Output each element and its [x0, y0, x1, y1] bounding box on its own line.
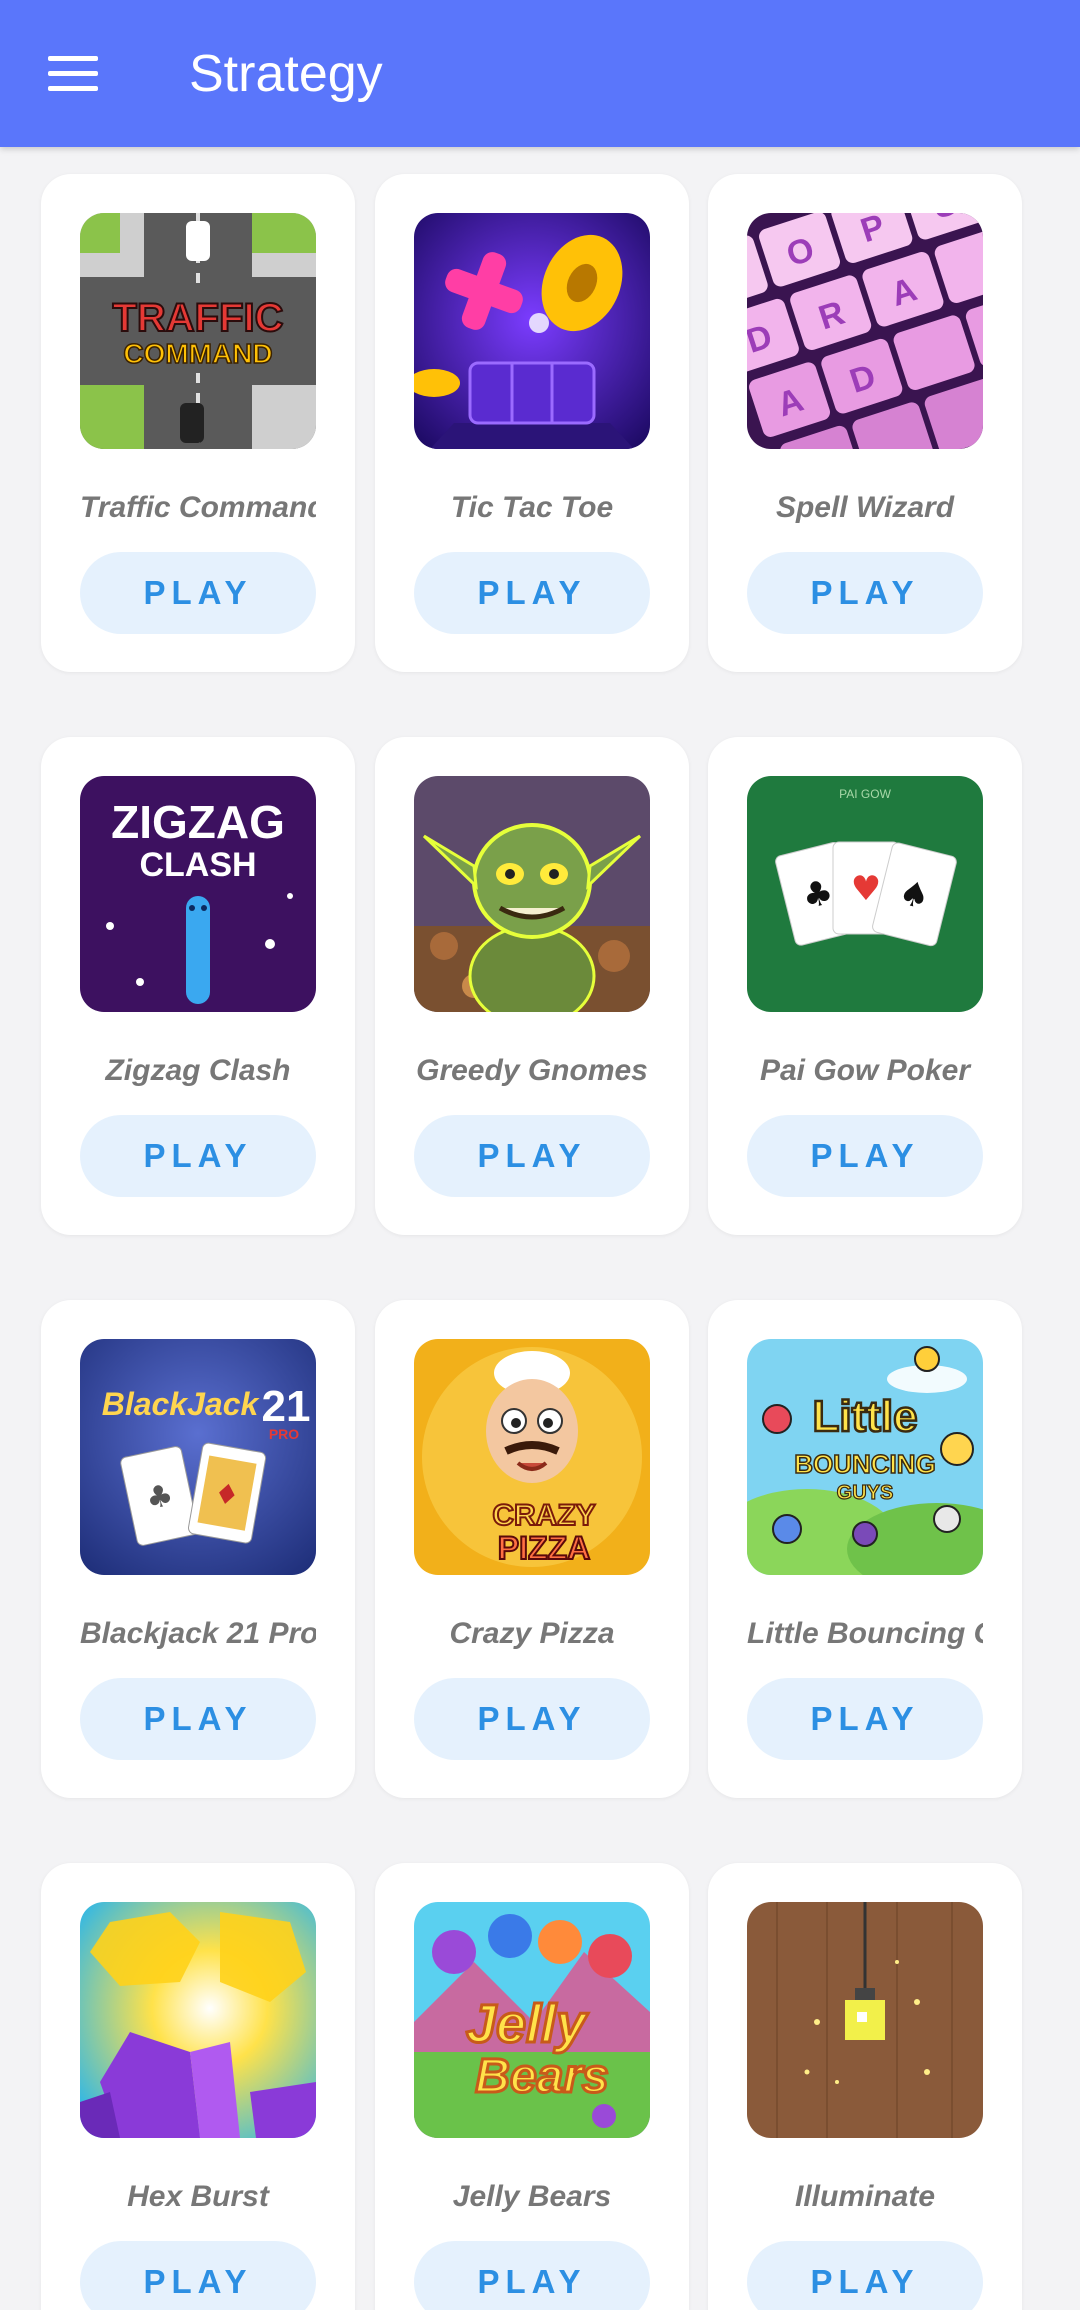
blackjack-thumbnail[interactable]: BlackJack 21 PRO ♣ ♦: [80, 1339, 316, 1575]
play-button[interactable]: PLAY: [80, 552, 316, 634]
blackjack-pro-text: PRO: [269, 1426, 299, 1442]
pai-gow-poker-thumbnail[interactable]: PAI GOW ♣ ♥ ♠: [747, 776, 983, 1012]
game-card[interactable]: TRAFFIC COMMAND Traffic Command PLAY: [41, 174, 355, 672]
game-card[interactable]: Hex Burst PLAY: [41, 1863, 355, 2310]
little-bouncing-guys-thumbnail[interactable]: Little BOUNCING GUYS: [747, 1339, 983, 1575]
jelly-logo-text: Jelly: [466, 1994, 589, 2054]
game-name: Crazy Pizza: [449, 1617, 615, 1650]
game-name: Greedy Gnomes: [416, 1054, 648, 1087]
illuminate-thumbnail[interactable]: [747, 1902, 983, 2138]
spell-wizard-thumbnail[interactable]: W O P S D R A A D: [747, 213, 983, 449]
game-name: Little Bouncing Guys: [747, 1617, 983, 1650]
play-button[interactable]: PLAY: [747, 2241, 983, 2310]
game-name: Hex Burst: [127, 2180, 269, 2213]
play-button[interactable]: PLAY: [747, 1115, 983, 1197]
game-name: Illuminate: [794, 2180, 936, 2213]
game-card[interactable]: Illuminate PLAY: [708, 1863, 1022, 2310]
play-button[interactable]: PLAY: [414, 1678, 650, 1760]
clash-logo-text: CLASH: [139, 846, 256, 884]
hamburger-menu-icon[interactable]: [48, 56, 98, 92]
pai-gow-logo-text: PAI GOW: [839, 787, 891, 801]
game-name: Traffic Command: [80, 491, 316, 524]
play-button[interactable]: PLAY: [80, 2241, 316, 2310]
traffic-command-thumbnail[interactable]: TRAFFIC COMMAND: [80, 213, 316, 449]
guys-logo-text: GUYS: [837, 1482, 894, 1504]
jelly-bears-thumbnail[interactable]: Jelly Bears: [414, 1902, 650, 2138]
game-name: Spell Wizard: [775, 491, 955, 524]
bears-logo-text: Bears: [475, 2050, 608, 2103]
game-card[interactable]: Greedy Gnomes PLAY: [375, 737, 689, 1235]
app-bar: Strategy: [0, 0, 1080, 147]
svg-text:♥: ♥: [851, 869, 881, 909]
play-button[interactable]: PLAY: [414, 552, 650, 634]
blackjack-21-text: 21: [262, 1382, 311, 1431]
hex-burst-thumbnail[interactable]: [80, 1902, 316, 2138]
traffic-logo-text: TRAFFIC: [112, 296, 283, 340]
game-card[interactable]: ZIGZAG CLASH Zigzag Clash PLAY: [41, 737, 355, 1235]
game-name: Zigzag Clash: [105, 1054, 291, 1087]
play-button[interactable]: PLAY: [80, 1678, 316, 1760]
little-logo-text: Little: [812, 1392, 917, 1441]
zigzag-clash-thumbnail[interactable]: ZIGZAG CLASH: [80, 776, 316, 1012]
game-card[interactable]: Little BOUNCING GUYS Little Bouncing Guy…: [708, 1300, 1022, 1798]
play-button[interactable]: PLAY: [414, 2241, 650, 2310]
game-name: Tic Tac Toe: [450, 491, 614, 524]
zigzag-logo-text: ZIGZAG: [111, 796, 285, 848]
game-name: Jelly Bears: [452, 2180, 612, 2213]
pizza-logo-text: PIZZA: [498, 1530, 590, 1566]
play-button[interactable]: PLAY: [414, 1115, 650, 1197]
game-card[interactable]: W O P S D R A A D: [708, 174, 1022, 672]
crazy-logo-text: CRAZY: [492, 1499, 595, 1532]
crazy-pizza-thumbnail[interactable]: CRAZY PIZZA: [414, 1339, 650, 1575]
game-name: Blackjack 21 Pro: [80, 1617, 316, 1650]
tic-tac-toe-thumbnail[interactable]: [414, 213, 650, 449]
game-card[interactable]: PAI GOW ♣ ♥ ♠ Pai Gow Poker PLAY: [708, 737, 1022, 1235]
play-button[interactable]: PLAY: [80, 1115, 316, 1197]
game-card[interactable]: Tic Tac Toe PLAY: [375, 174, 689, 672]
page-title: Strategy: [189, 45, 383, 103]
game-card[interactable]: Jelly Bears Jelly Bears PLAY: [375, 1863, 689, 2310]
play-button[interactable]: PLAY: [747, 552, 983, 634]
blackjack-logo-text: BlackJack: [102, 1386, 261, 1422]
game-card[interactable]: BlackJack 21 PRO ♣ ♦ Blackjack 21 Pro PL…: [41, 1300, 355, 1798]
bouncing-logo-text: BOUNCING: [794, 1449, 936, 1479]
game-name: Pai Gow Poker: [759, 1054, 971, 1087]
command-logo-text: COMMAND: [123, 338, 272, 369]
game-card[interactable]: CRAZY PIZZA Crazy Pizza PLAY: [375, 1300, 689, 1798]
greedy-gnomes-thumbnail[interactable]: [414, 776, 650, 1012]
play-button[interactable]: PLAY: [747, 1678, 983, 1760]
game-grid: TRAFFIC COMMAND Traffic Command PLAY Tic…: [0, 147, 1080, 2310]
